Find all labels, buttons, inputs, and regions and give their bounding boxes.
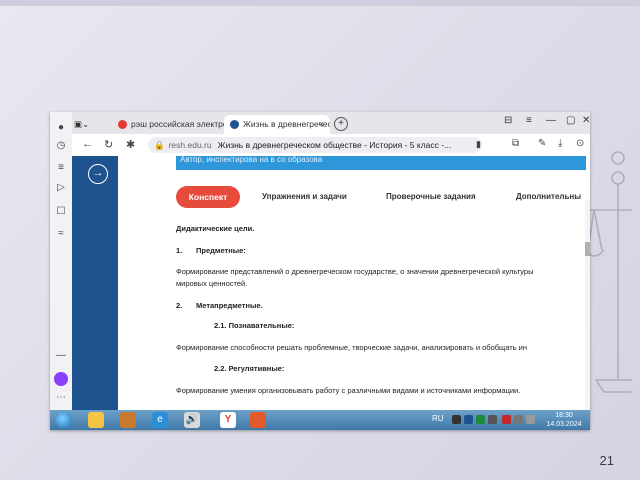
alice-assistant-icon[interactable]: [54, 372, 68, 386]
reload-icon[interactable]: ↻: [104, 138, 113, 151]
translate-icon[interactable]: ≈: [55, 228, 67, 240]
address-bar: ← ↻ ✱ 🔒 resh.edu.ru Жизнь в древнегреческо…: [72, 134, 590, 157]
list-number-1: 1.: [176, 246, 183, 255]
screenshot-frame: ● ◷ ≡ ▷ ☐ ≈ — ⋯ ▣⌄ рэш российская электр…: [50, 112, 590, 430]
maximize-icon[interactable]: ▢: [566, 115, 575, 126]
lens-icon[interactable]: ⊙: [576, 138, 584, 149]
history-icon[interactable]: ◷: [55, 140, 67, 152]
close-tab-icon[interactable]: ×: [319, 115, 324, 134]
tray-app-icon[interactable]: [452, 415, 461, 424]
yandex-side-panel: ● ◷ ≡ ▷ ☐ ≈ — ⋯: [50, 112, 73, 410]
expand-arrow-icon[interactable]: →: [88, 164, 108, 184]
tab-exercises[interactable]: Упражнения и задачи: [262, 186, 347, 208]
tray-app-icon[interactable]: [502, 415, 511, 424]
clock[interactable]: 18:30 14.03.2024: [544, 411, 584, 429]
more-icon[interactable]: ⋯: [55, 392, 67, 404]
scales-of-justice-decoration: [586, 151, 632, 393]
cognitive-heading: 2.1. Познавательные:: [214, 321, 295, 330]
file-explorer-icon[interactable]: [88, 412, 104, 428]
resh-left-panel: →: [72, 156, 118, 410]
regulatory-heading: 2.2. Регулятивные:: [214, 364, 285, 373]
list-number-2: 2.: [176, 301, 183, 310]
tray-app-icon[interactable]: [464, 415, 473, 424]
windows-taskbar: e 🔊 Y RU 18:30 14.03.2024: [50, 410, 590, 430]
start-button[interactable]: [56, 412, 72, 428]
paragraph-text: Формирование способности решать проблемн…: [176, 343, 527, 352]
extensions-icon[interactable]: ⧉: [512, 138, 519, 149]
window-close-icon[interactable]: ✕: [582, 115, 590, 126]
paragraph-text: мировых ценностей.: [176, 279, 248, 288]
paragraph-text: Формирование умения организовывать работ…: [176, 386, 521, 395]
tab-active-lesson[interactable]: Жизнь в древнегреческом ×: [224, 115, 330, 134]
divider-icon: —: [56, 350, 66, 361]
bookmarks-icon[interactable]: ⊟: [504, 115, 512, 126]
tab-resh[interactable]: рэш российская электрон: [112, 115, 224, 134]
internet-explorer-icon[interactable]: e: [152, 412, 168, 428]
omnibox[interactable]: 🔒 resh.edu.ru Жизнь в древнегреческом обще…: [148, 137, 482, 153]
paragraph-text: Формирование представлений о древнегрече…: [176, 267, 534, 276]
lesson-header-strip: Автор, инспектирова на в со образова: [176, 156, 586, 170]
back-icon[interactable]: ←: [82, 138, 93, 150]
yandex-home-icon[interactable]: ✱: [126, 138, 135, 151]
tray-app-icon[interactable]: [476, 415, 485, 424]
powerpoint-icon[interactable]: [250, 412, 266, 428]
tab-group-button[interactable]: ▣⌄: [74, 115, 96, 134]
resh-favicon-icon: [230, 120, 239, 130]
tab-konspekt[interactable]: Конспект: [176, 186, 240, 208]
vertical-scrollbar[interactable]: [585, 200, 590, 410]
minimize-icon[interactable]: —: [546, 115, 556, 126]
profile-icon[interactable]: ●: [55, 122, 67, 134]
menu-icon[interactable]: ≡: [526, 115, 532, 126]
metasubject-heading: Метапредметные.: [196, 301, 263, 310]
new-tab-button[interactable]: +: [334, 117, 348, 131]
lock-icon: 🔒: [154, 140, 165, 150]
bookmark-icon[interactable]: ▮: [476, 139, 481, 150]
tab-strip: ▣⌄ рэш российская электрон Жизнь в древн…: [72, 112, 590, 134]
yandex-browser-icon[interactable]: Y: [220, 412, 236, 428]
play-icon[interactable]: ▷: [55, 182, 67, 194]
web-page-content: → Автор, инспектирова на в со образова К…: [72, 156, 590, 410]
media-player-icon[interactable]: [120, 412, 136, 428]
volume-icon[interactable]: 🔊: [184, 412, 200, 428]
scrollbar-thumb[interactable]: [585, 242, 590, 256]
didactic-goals-heading: Дидактические цели.: [176, 224, 255, 233]
slide-top-bar: [0, 0, 640, 6]
extension-icon[interactable]: ✎: [538, 138, 546, 149]
slide-number: 21: [599, 453, 614, 468]
network-icon[interactable]: [514, 415, 523, 424]
yandex-favicon-icon: [118, 120, 127, 130]
download-icon[interactable]: ⤓: [558, 138, 562, 149]
collections-icon[interactable]: ≡: [55, 162, 67, 174]
subject-goals-heading: Предметные:: [196, 246, 246, 255]
tab-extra[interactable]: Дополнительны: [516, 186, 581, 208]
lesson-tabs: Конспект Упражнения и задачи Проверочные…: [176, 186, 590, 208]
calendar-icon[interactable]: ☐: [55, 206, 67, 218]
sound-tray-icon[interactable]: [526, 415, 535, 424]
tray-app-icon[interactable]: [488, 415, 497, 424]
language-indicator[interactable]: RU: [432, 414, 444, 423]
tab-tests[interactable]: Проверочные задания: [386, 186, 476, 208]
